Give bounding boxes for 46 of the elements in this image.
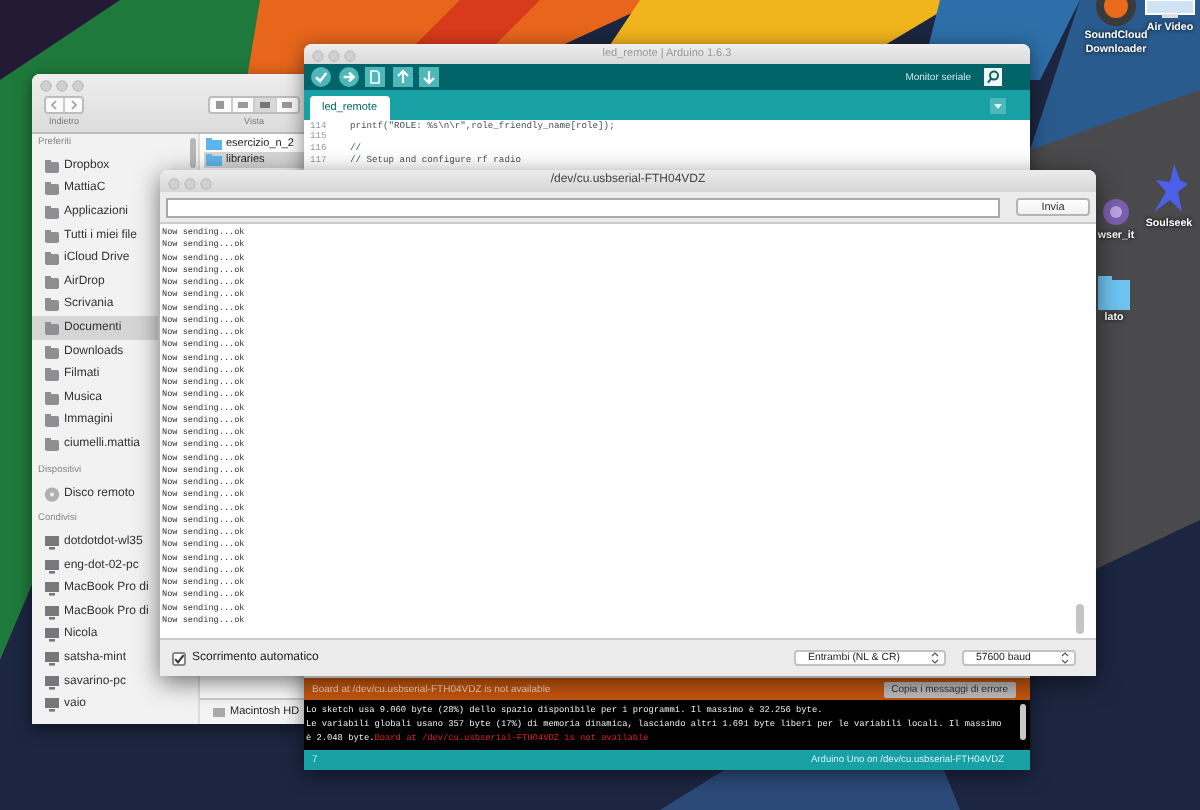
folder-icon xyxy=(44,319,60,336)
folder-icon xyxy=(44,296,60,313)
window-controls[interactable] xyxy=(40,80,84,92)
monitor-icon xyxy=(44,650,60,667)
window-controls[interactable] xyxy=(168,177,212,189)
folder-icon xyxy=(44,435,60,452)
up-down-icon xyxy=(1060,650,1070,666)
verify-button[interactable] xyxy=(310,66,332,88)
monitor-icon xyxy=(44,696,60,713)
folder-icon xyxy=(44,412,60,429)
speaker-icon xyxy=(1092,0,1140,28)
monitor-icon xyxy=(44,580,60,597)
folder-icon xyxy=(44,157,60,174)
folder-icon xyxy=(44,180,60,197)
save-button[interactable] xyxy=(418,66,440,88)
folder-icon xyxy=(44,250,60,267)
folder-icon xyxy=(44,343,60,360)
monitor-icon xyxy=(44,557,60,574)
folder-icon xyxy=(206,154,222,166)
view-mode-control[interactable] xyxy=(208,96,300,114)
scrollbar[interactable] xyxy=(190,138,196,168)
upload-button[interactable] xyxy=(337,66,359,88)
search-icon[interactable] xyxy=(984,68,1002,86)
scrollbar[interactable] xyxy=(1020,704,1026,740)
folder-icon xyxy=(44,227,60,244)
new-file-button[interactable] xyxy=(364,66,386,88)
folder-icon xyxy=(44,389,60,406)
folder-icon xyxy=(44,273,60,290)
checkbox[interactable] xyxy=(172,651,186,665)
disk-icon xyxy=(44,485,60,502)
monitor-icon xyxy=(44,626,60,643)
folder-icon xyxy=(1098,276,1130,310)
monitor-icon xyxy=(44,603,60,620)
folder-icon xyxy=(206,138,222,150)
back-forward-button[interactable] xyxy=(44,96,84,114)
monitor-icon xyxy=(44,673,60,690)
folder-icon xyxy=(44,203,60,220)
tab-menu-button[interactable] xyxy=(990,97,1006,113)
open-button[interactable] xyxy=(391,66,413,88)
monitor-icon xyxy=(1144,0,1196,20)
monitor-icon xyxy=(44,534,60,551)
input-field[interactable] xyxy=(166,197,1000,217)
up-down-icon xyxy=(930,650,940,666)
folder-icon xyxy=(44,366,60,383)
scrollbar[interactable] xyxy=(1076,604,1084,634)
globe-icon xyxy=(1102,196,1130,228)
